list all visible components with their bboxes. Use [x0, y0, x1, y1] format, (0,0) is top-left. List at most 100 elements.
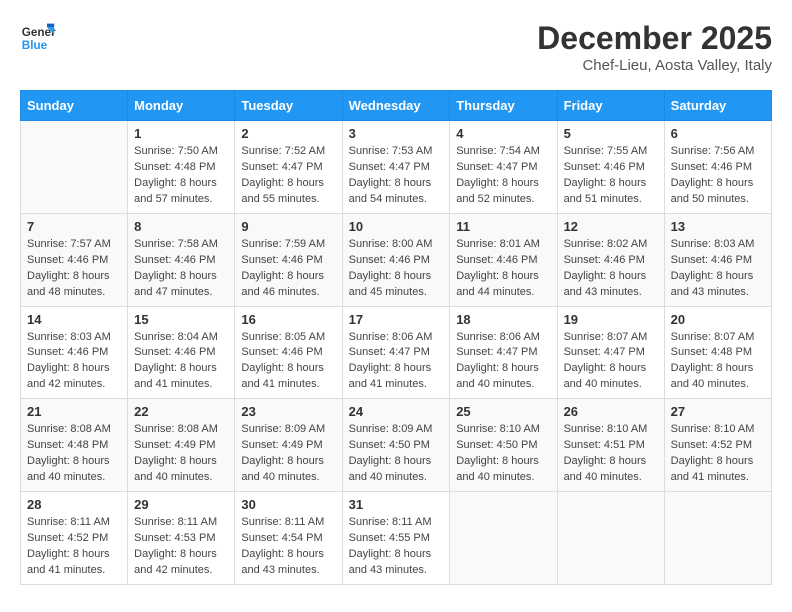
calendar-day-cell: 16 Sunrise: 8:05 AMSunset: 4:46 PMDayligh… — [235, 306, 342, 399]
calendar-day-cell: 1 Sunrise: 7:50 AMSunset: 4:48 PMDaylight… — [128, 121, 235, 214]
calendar-day-cell — [21, 121, 128, 214]
day-number: 16 — [241, 312, 335, 327]
calendar-day-cell: 6 Sunrise: 7:56 AMSunset: 4:46 PMDaylight… — [664, 121, 771, 214]
day-info: Sunrise: 8:03 AMSunset: 4:46 PMDaylight:… — [671, 237, 765, 301]
calendar-day-cell: 26Sunrise: 8:10 AMSunset: 4:51 PMDayligh… — [557, 399, 664, 492]
calendar-day-cell: 21Sunrise: 8:08 AMSunset: 4:48 PMDayligh… — [21, 399, 128, 492]
weekday-header: Monday — [128, 91, 235, 121]
calendar-day-cell: 19Sunrise: 8:07 AMSunset: 4:47 PMDayligh… — [557, 306, 664, 399]
weekday-header: Wednesday — [342, 91, 450, 121]
logo: General Blue — [20, 20, 56, 56]
day-info: Sunrise: 8:11 AMSunset: 4:55 PMDaylight:… — [349, 515, 444, 579]
day-info: Sunrise: 8:07 AMSunset: 4:47 PMDaylight:… — [564, 330, 658, 394]
day-number: 11 — [456, 219, 550, 234]
calendar-day-cell: 27 Sunrise: 8:10 AMSunset: 4:52 PMDayligh… — [664, 399, 771, 492]
day-info: Sunrise: 8:07 AMSunset: 4:48 PMDaylight:… — [671, 330, 765, 394]
day-number: 28 — [27, 497, 121, 512]
calendar-week-row: 1 Sunrise: 7:50 AMSunset: 4:48 PMDaylight… — [21, 121, 772, 214]
day-number: 14 — [27, 312, 121, 327]
day-info: Sunrise: 8:11 AMSunset: 4:52 PMDaylight:… — [27, 515, 121, 579]
calendar-day-cell: 20 Sunrise: 8:07 AMSunset: 4:48 PMDayligh… — [664, 306, 771, 399]
day-info: Sunrise: 8:09 AMSunset: 4:49 PMDaylight:… — [241, 422, 335, 486]
weekday-header: Thursday — [450, 91, 557, 121]
day-info: Sunrise: 7:58 AMSunset: 4:46 PMDaylight:… — [134, 237, 228, 301]
calendar-day-cell: 14Sunrise: 8:03 AMSunset: 4:46 PMDayligh… — [21, 306, 128, 399]
day-number: 3 — [349, 126, 444, 141]
day-info: Sunrise: 7:56 AMSunset: 4:46 PMDaylight:… — [671, 144, 765, 208]
day-number: 5 — [564, 126, 658, 141]
day-info: Sunrise: 8:10 AMSunset: 4:52 PMDaylight:… — [671, 422, 765, 486]
day-info: Sunrise: 7:54 AMSunset: 4:47 PMDaylight:… — [456, 144, 550, 208]
day-number: 24 — [349, 404, 444, 419]
calendar-table: SundayMondayTuesdayWednesdayThursdayFrid… — [20, 90, 772, 585]
day-info: Sunrise: 8:04 AMSunset: 4:46 PMDaylight:… — [134, 330, 228, 394]
calendar-day-cell: 7 Sunrise: 7:57 AMSunset: 4:46 PMDaylight… — [21, 213, 128, 306]
calendar-day-cell: 13 Sunrise: 8:03 AMSunset: 4:46 PMDayligh… — [664, 213, 771, 306]
calendar-day-cell: 31 Sunrise: 8:11 AMSunset: 4:55 PMDayligh… — [342, 492, 450, 585]
day-number: 7 — [27, 219, 121, 234]
day-number: 30 — [241, 497, 335, 512]
weekday-header: Friday — [557, 91, 664, 121]
day-info: Sunrise: 8:11 AMSunset: 4:53 PMDaylight:… — [134, 515, 228, 579]
day-number: 20 — [671, 312, 765, 327]
day-info: Sunrise: 7:55 AMSunset: 4:46 PMDaylight:… — [564, 144, 658, 208]
day-info: Sunrise: 8:05 AMSunset: 4:46 PMDaylight:… — [241, 330, 335, 394]
location: Chef-Lieu, Aosta Valley, Italy — [537, 57, 772, 74]
day-number: 29 — [134, 497, 228, 512]
calendar-day-cell — [450, 492, 557, 585]
day-info: Sunrise: 7:50 AMSunset: 4:48 PMDaylight:… — [134, 144, 228, 208]
calendar-day-cell — [557, 492, 664, 585]
calendar-day-cell: 25 Sunrise: 8:10 AMSunset: 4:50 PMDayligh… — [450, 399, 557, 492]
day-info: Sunrise: 8:09 AMSunset: 4:50 PMDaylight:… — [349, 422, 444, 486]
day-info: Sunrise: 8:08 AMSunset: 4:48 PMDaylight:… — [27, 422, 121, 486]
day-number: 13 — [671, 219, 765, 234]
day-info: Sunrise: 7:57 AMSunset: 4:46 PMDaylight:… — [27, 237, 121, 301]
calendar-day-cell: 23 Sunrise: 8:09 AMSunset: 4:49 PMDayligh… — [235, 399, 342, 492]
calendar-day-cell: 18 Sunrise: 8:06 AMSunset: 4:47 PMDayligh… — [450, 306, 557, 399]
title-area: December 2025 Chef-Lieu, Aosta Valley, I… — [537, 20, 772, 74]
day-number: 6 — [671, 126, 765, 141]
weekday-header: Tuesday — [235, 91, 342, 121]
calendar-day-cell: 12 Sunrise: 8:02 AMSunset: 4:46 PMDayligh… — [557, 213, 664, 306]
day-info: Sunrise: 8:02 AMSunset: 4:46 PMDaylight:… — [564, 237, 658, 301]
calendar-day-cell: 29 Sunrise: 8:11 AMSunset: 4:53 PMDayligh… — [128, 492, 235, 585]
calendar-day-cell: 8 Sunrise: 7:58 AMSunset: 4:46 PMDaylight… — [128, 213, 235, 306]
day-number: 12 — [564, 219, 658, 234]
day-number: 10 — [349, 219, 444, 234]
day-number: 4 — [456, 126, 550, 141]
day-info: Sunrise: 8:06 AMSunset: 4:47 PMDaylight:… — [456, 330, 550, 394]
day-number: 25 — [456, 404, 550, 419]
calendar-day-cell: 22Sunrise: 8:08 AMSunset: 4:49 PMDayligh… — [128, 399, 235, 492]
day-info: Sunrise: 8:06 AMSunset: 4:47 PMDaylight:… — [349, 330, 444, 394]
calendar-day-cell: 30Sunrise: 8:11 AMSunset: 4:54 PMDayligh… — [235, 492, 342, 585]
weekday-header: Sunday — [21, 91, 128, 121]
day-number: 1 — [134, 126, 228, 141]
weekday-header: Saturday — [664, 91, 771, 121]
day-number: 18 — [456, 312, 550, 327]
calendar-day-cell — [664, 492, 771, 585]
svg-text:Blue: Blue — [22, 39, 48, 52]
calendar-day-cell: 24 Sunrise: 8:09 AMSunset: 4:50 PMDayligh… — [342, 399, 450, 492]
day-number: 8 — [134, 219, 228, 234]
day-number: 31 — [349, 497, 444, 512]
day-number: 17 — [349, 312, 444, 327]
calendar-day-cell: 28 Sunrise: 8:11 AMSunset: 4:52 PMDayligh… — [21, 492, 128, 585]
calendar-day-cell: 10Sunrise: 8:00 AMSunset: 4:46 PMDayligh… — [342, 213, 450, 306]
calendar-week-row: 28 Sunrise: 8:11 AMSunset: 4:52 PMDayligh… — [21, 492, 772, 585]
calendar-week-row: 14Sunrise: 8:03 AMSunset: 4:46 PMDayligh… — [21, 306, 772, 399]
calendar-day-cell: 4 Sunrise: 7:54 AMSunset: 4:47 PMDaylight… — [450, 121, 557, 214]
day-number: 15 — [134, 312, 228, 327]
day-number: 27 — [671, 404, 765, 419]
day-info: Sunrise: 7:52 AMSunset: 4:47 PMDaylight:… — [241, 144, 335, 208]
calendar-day-cell: 2Sunrise: 7:52 AMSunset: 4:47 PMDaylight… — [235, 121, 342, 214]
day-number: 23 — [241, 404, 335, 419]
page-header: General Blue December 2025 Chef-Lieu, Ao… — [20, 20, 772, 74]
calendar-week-row: 21Sunrise: 8:08 AMSunset: 4:48 PMDayligh… — [21, 399, 772, 492]
calendar-week-row: 7 Sunrise: 7:57 AMSunset: 4:46 PMDaylight… — [21, 213, 772, 306]
day-info: Sunrise: 7:59 AMSunset: 4:46 PMDaylight:… — [241, 237, 335, 301]
day-number: 26 — [564, 404, 658, 419]
day-number: 9 — [241, 219, 335, 234]
logo-icon: General Blue — [20, 20, 56, 56]
day-info: Sunrise: 8:10 AMSunset: 4:50 PMDaylight:… — [456, 422, 550, 486]
month-title: December 2025 — [537, 20, 772, 57]
